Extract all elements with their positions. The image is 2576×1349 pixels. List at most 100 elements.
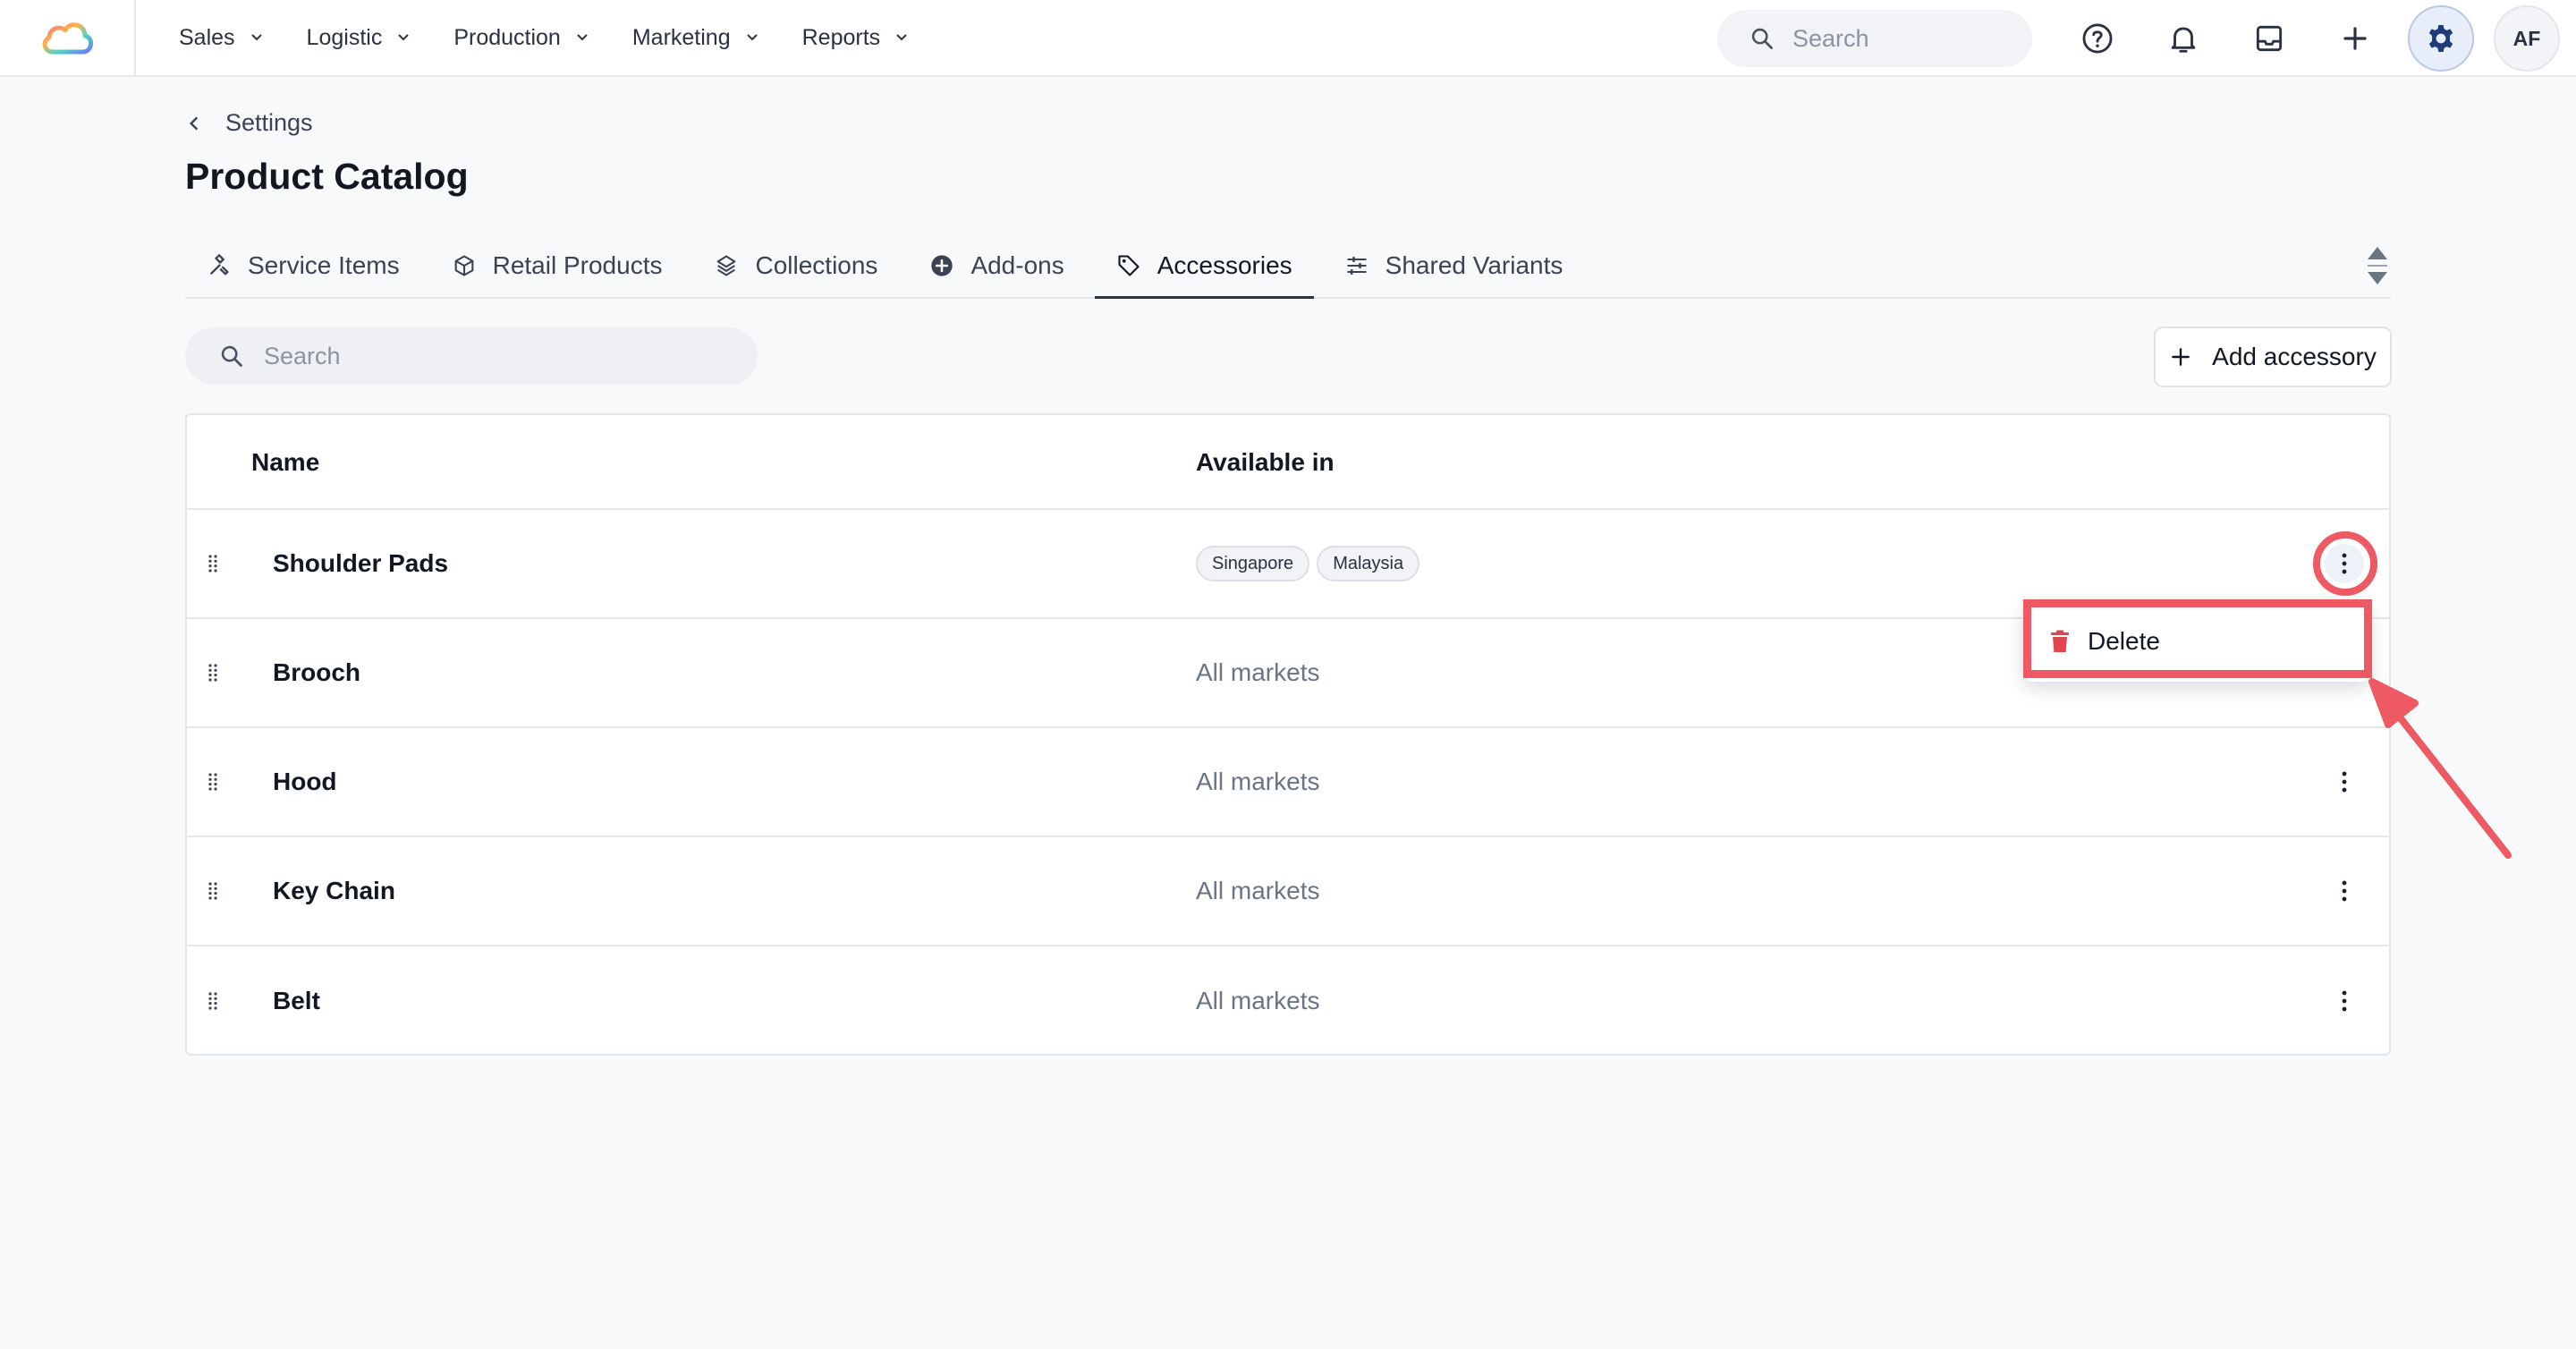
global-search (1717, 10, 2032, 67)
logo[interactable] (0, 0, 136, 76)
gear-icon (2428, 24, 2453, 53)
row-actions-button[interactable] (2325, 871, 2364, 911)
scroll-down-icon[interactable] (2368, 272, 2387, 284)
nav-logistic[interactable]: Logistic (307, 25, 413, 51)
tab-label: Service Items (248, 251, 400, 279)
tab-label: Retail Products (492, 251, 663, 279)
availability-cell: All markets (1196, 768, 1320, 795)
scroll-up-icon[interactable] (2368, 247, 2387, 259)
market-chip: Singapore (1196, 546, 1310, 581)
delete-menu-item[interactable]: Delete (2050, 601, 2160, 682)
accessory-search (185, 327, 758, 385)
availability-cell: All markets (1196, 877, 1320, 904)
chevron-down-icon (250, 34, 262, 41)
nav-label: Reports (801, 24, 881, 50)
create-button[interactable] (2322, 5, 2388, 72)
accessory-search-input[interactable] (264, 342, 729, 370)
plus-icon (2172, 348, 2190, 366)
nav-label: Marketing (631, 24, 731, 50)
avatar-initials: AF (2512, 26, 2541, 50)
add-accessory-label: Add accessory (2212, 343, 2377, 370)
plus-circle-icon (931, 255, 953, 276)
accessory-name: Key Chain (273, 877, 395, 904)
accessory-name: Belt (273, 987, 320, 1014)
chevron-down-icon (398, 34, 410, 41)
inbox-icon (2256, 25, 2283, 52)
tab-retail-products[interactable]: Retail Products (430, 234, 684, 297)
plus-icon (2343, 27, 2367, 50)
column-header-name[interactable]: Name (251, 415, 319, 510)
notifications-button[interactable] (2150, 5, 2216, 72)
nav-reports[interactable]: Reports (802, 25, 911, 51)
tab-scroll-control[interactable] (2364, 234, 2391, 297)
box-icon (454, 255, 473, 276)
accessories-table: Name Available in Shoulder Pads Singapor… (185, 413, 2391, 1056)
user-avatar[interactable]: AF (2494, 5, 2560, 72)
nav-label: Sales (179, 24, 235, 50)
chevron-down-icon (577, 34, 588, 41)
tab-collections[interactable]: Collections (692, 234, 899, 297)
scroll-divider (2368, 265, 2387, 267)
drag-handle-icon[interactable] (207, 772, 225, 792)
search-icon (221, 345, 242, 367)
tab-service-items[interactable]: Service Items (185, 234, 421, 297)
more-vertical-icon (2342, 553, 2347, 574)
row-actions-button[interactable] (2325, 544, 2364, 583)
tab-accessories[interactable]: Accessories (1094, 234, 1314, 299)
table-row[interactable]: Key Chain All markets (187, 837, 2389, 946)
search-icon (1751, 28, 1773, 49)
app-root: Sales Logistic Production Marketing Repo… (0, 0, 2576, 1349)
chevron-left-icon (189, 116, 199, 130)
table-row[interactable]: Belt All markets (187, 946, 2389, 1056)
trash-icon (2051, 630, 2069, 652)
add-accessory-button[interactable]: Add accessory (2154, 327, 2392, 387)
table-header: Name Available in (187, 415, 2389, 510)
nav-sales[interactable]: Sales (179, 25, 266, 51)
nav-label: Production (453, 24, 561, 50)
tab-label: Accessories (1157, 251, 1292, 279)
row-actions-button[interactable] (2325, 762, 2364, 802)
cloud-logo-icon (42, 22, 93, 55)
drag-handle-icon[interactable] (207, 663, 225, 683)
drag-handle-icon[interactable] (207, 881, 225, 901)
layers-icon (717, 255, 736, 276)
tools-icon (209, 254, 229, 276)
accessory-name: Hood (273, 768, 337, 795)
tab-label: Collections (755, 251, 878, 279)
breadcrumb-label: Settings (225, 109, 313, 136)
nav-marketing[interactable]: Marketing (632, 25, 761, 51)
global-search-input[interactable] (1792, 24, 1989, 53)
availability-cell: All markets (1196, 987, 1320, 1014)
delete-label: Delete (2088, 627, 2160, 655)
catalog-tabs: Service Items Retail Products Collection… (185, 234, 2391, 299)
chevron-down-icon (746, 34, 758, 41)
chevron-down-icon (896, 34, 907, 41)
more-vertical-icon (2342, 990, 2347, 1012)
availability-cell: Singapore Malaysia (1196, 510, 1420, 617)
market-chip: Malaysia (1317, 546, 1420, 581)
top-right-actions: AF (1717, 0, 2576, 77)
main-nav: Sales Logistic Production Marketing Repo… (179, 25, 952, 51)
row-context-menu: Delete (2025, 601, 2368, 682)
tab-label: Add-ons (970, 251, 1064, 279)
accessory-name: Shoulder Pads (273, 549, 449, 577)
breadcrumb[interactable]: Settings (184, 109, 313, 137)
drag-handle-icon[interactable] (207, 554, 225, 573)
accessory-name: Brooch (273, 658, 360, 686)
page-title: Product Catalog (185, 156, 469, 197)
settings-button[interactable] (2408, 5, 2474, 72)
drag-handle-icon[interactable] (207, 991, 225, 1011)
inbox-button[interactable] (2236, 5, 2302, 72)
tab-add-ons[interactable]: Add-ons (908, 234, 1085, 297)
help-button[interactable] (2064, 5, 2131, 72)
tab-shared-variants[interactable]: Shared Variants (1323, 234, 1585, 297)
nav-label: Logistic (306, 24, 383, 50)
row-actions-button[interactable] (2325, 981, 2364, 1021)
availability-cell: All markets (1196, 658, 1320, 686)
sliders-icon (1347, 257, 1367, 275)
column-header-available-in[interactable]: Available in (1196, 415, 1335, 510)
nav-production[interactable]: Production (453, 25, 591, 51)
table-row[interactable]: Hood All markets (187, 728, 2389, 837)
tag-icon (1118, 255, 1140, 276)
help-icon (2082, 23, 2113, 54)
